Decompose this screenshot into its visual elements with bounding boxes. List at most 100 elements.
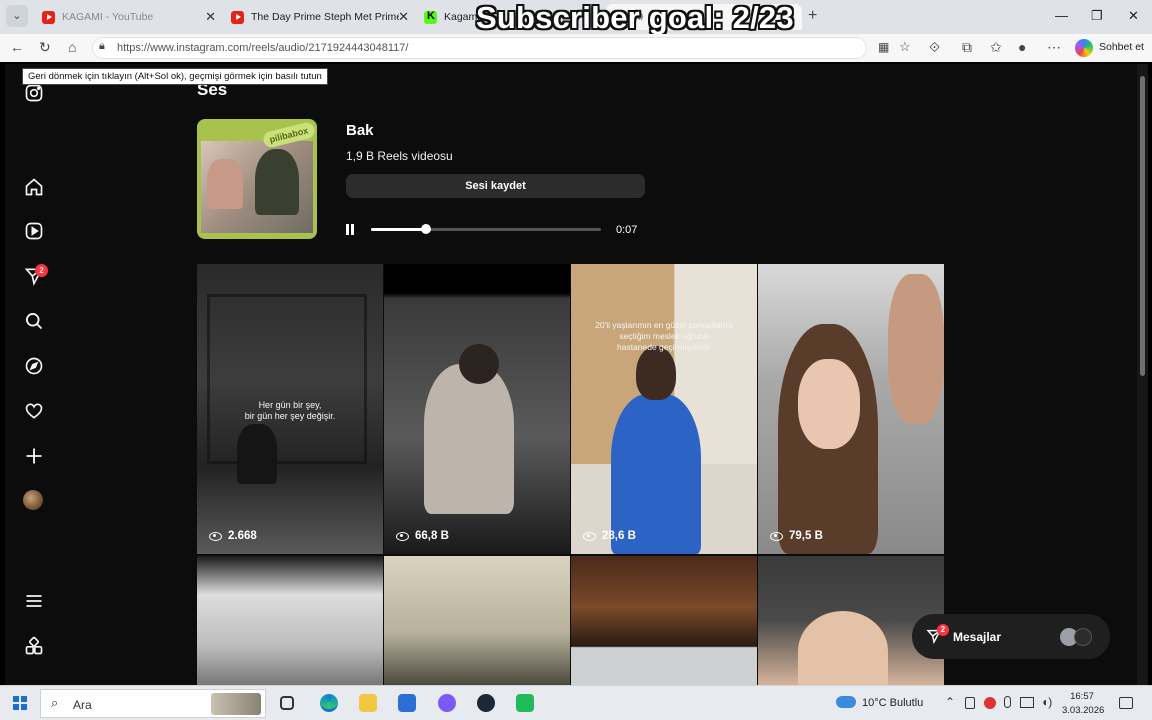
tab-title: KAGAMI - YouTube (62, 11, 154, 23)
subscriber-goal-overlay: Subscriber goal: 2/23 (476, 0, 794, 35)
search-icon[interactable] (24, 311, 44, 331)
back-button-tooltip: Geri dönmek için tıklayın (Alt+Sol ok), … (22, 68, 328, 85)
copilot-icon[interactable] (1075, 39, 1093, 57)
page-scrollbar[interactable] (1137, 64, 1148, 685)
tab-prime-steph[interactable]: The Day Prime Steph Met Prime Le ✕ (225, 4, 415, 30)
new-tab-icon[interactable]: + (808, 8, 817, 24)
tab-kagami-youtube[interactable]: KAGAMI - YouTube ✕ (36, 4, 222, 30)
heart-icon[interactable] (24, 401, 44, 421)
close-tab-icon[interactable]: ✕ (398, 9, 409, 25)
notification-badge: 2 (35, 264, 48, 277)
browser-toolbar: ← ↻ ⌂ 🔒︎ https://www.instagram.com/reels… (0, 34, 1152, 62)
reel-views: 2.668 (209, 530, 257, 542)
network-icon[interactable] (1020, 697, 1034, 708)
reel-overlay-text: Her gün bir şey, bir gün her şey değişir… (244, 400, 336, 421)
more-menu-icon[interactable]: ⋯ (1047, 40, 1061, 54)
close-window-icon[interactable]: ✕ (1128, 8, 1139, 24)
explore-icon[interactable] (24, 356, 44, 376)
reel-thumbnail[interactable] (197, 556, 383, 685)
profile-icon[interactable]: ● (1018, 40, 1026, 54)
reel-thumbnail[interactable]: 79,5 B (758, 264, 944, 554)
favorites-icon[interactable]: ✩ (990, 40, 1002, 54)
clock-date: 3.03.2026 (1062, 705, 1105, 716)
reel-views: 79,5 B (770, 530, 823, 542)
instagram-logo-icon[interactable] (24, 83, 44, 103)
task-view-icon[interactable] (280, 696, 294, 710)
taskbar-clock[interactable]: 16:57 3.03.2026 (1062, 690, 1105, 718)
file-explorer-icon[interactable] (359, 694, 377, 712)
reel-view-count: 66,8 B (415, 530, 449, 542)
scrollbar-thumb[interactable] (1140, 76, 1145, 376)
volume-icon[interactable]: ◖) (1041, 695, 1052, 709)
messages-button[interactable]: 2 Mesajlar (912, 614, 1110, 659)
weather-text[interactable]: 10°C Bulutlu (862, 697, 923, 709)
steam-icon[interactable] (477, 694, 495, 712)
reel-overlay-text: 20'li yaşlarımın en güzel zamanlarını se… (595, 320, 733, 352)
search-highlight-image (211, 693, 261, 715)
reel-count: 1,9 B Reels videosu (346, 149, 453, 163)
reel-thumbnail[interactable] (384, 556, 570, 685)
eye-icon (396, 531, 409, 541)
eye-icon (770, 531, 783, 541)
reel-view-count: 79,5 B (789, 530, 823, 542)
audio-progress-fill (371, 228, 427, 231)
refresh-icon[interactable]: ↻ (39, 40, 51, 54)
tray-icon[interactable] (965, 697, 975, 709)
profile-avatar[interactable] (23, 490, 43, 510)
kick-app-icon[interactable] (516, 694, 534, 712)
reel-thumbnail[interactable]: 66,8 B (384, 264, 570, 554)
microphone-icon[interactable] (1004, 696, 1011, 708)
home-icon[interactable] (24, 177, 44, 197)
extensions-icon[interactable]: ⟐ (929, 40, 940, 54)
audio-time: 0:07 (616, 224, 638, 236)
back-arrow-icon[interactable]: ← (10, 40, 24, 54)
copilot-button-label[interactable]: Sohbet et (1099, 41, 1144, 53)
taskbar-search-box[interactable]: ⌕ Ara (40, 689, 266, 718)
favorite-star-icon[interactable]: ☆ (899, 40, 911, 53)
menu-icon[interactable] (24, 591, 44, 611)
audio-progress-bar[interactable] (371, 224, 601, 234)
windows-start-icon[interactable] (13, 696, 27, 710)
audio-name: Bak (346, 122, 374, 139)
reel-thumbnail[interactable]: Her gün bir şey, bir gün her şey değişir… (197, 264, 383, 554)
reel-thumbnail[interactable]: 20'li yaşlarımın en güzel zamanlarını se… (571, 264, 757, 554)
messages-badge: 2 (937, 624, 949, 636)
store-icon[interactable] (398, 694, 416, 712)
reel-views: 28,6 B (583, 530, 636, 542)
avatar (1074, 628, 1092, 646)
reels-icon[interactable] (24, 221, 44, 241)
tray-icon[interactable] (984, 697, 996, 709)
address-bar[interactable]: 🔒︎ https://www.instagram.com/reels/audio… (92, 37, 911, 59)
split-screen-icon[interactable]: ⧉ (962, 40, 972, 54)
also-from-meta-icon[interactable] (24, 636, 44, 656)
reel-view-count: 2.668 (228, 530, 257, 542)
notification-center-icon[interactable] (1119, 697, 1133, 709)
messages-label: Mesajlar (953, 630, 1002, 644)
tray-chevron-icon[interactable]: ⌃ (945, 695, 955, 709)
windows-taskbar: ⌕ Ara 10°C Bulutlu ⌃ ◖) 16:57 3.03.2026 (0, 685, 1152, 720)
url-text: https://www.instagram.com/reels/audio/21… (117, 42, 409, 54)
reel-thumbnail[interactable] (571, 556, 757, 685)
eye-icon (209, 531, 222, 541)
tab-actions-chevron-icon[interactable]: ⌄ (6, 5, 28, 27)
reel-views: 66,8 B (396, 530, 449, 542)
minimize-icon[interactable]: — (1055, 8, 1068, 23)
home-browser-icon[interactable]: ⌂ (68, 40, 76, 54)
reel-view-count: 28,6 B (602, 530, 636, 542)
pause-icon[interactable] (346, 224, 355, 235)
weather-icon[interactable] (836, 696, 856, 708)
reel-thumbnail[interactable] (758, 556, 944, 685)
tab-strip: ⌄ KAGAMI - YouTube ✕ The Day Prime Steph… (0, 0, 1152, 35)
lock-icon[interactable]: 🔒︎ (99, 41, 105, 52)
discord-icon[interactable] (438, 694, 456, 712)
taskbar-search-label: Ara (73, 698, 92, 712)
edge-icon[interactable] (320, 694, 338, 712)
create-icon[interactable] (24, 446, 44, 466)
search-icon: ⌕ (51, 695, 59, 710)
youtube-icon (231, 10, 244, 24)
close-tab-icon[interactable]: ✕ (205, 9, 216, 25)
save-audio-button[interactable]: Sesi kaydet (346, 174, 645, 198)
restore-icon[interactable]: ❐ (1091, 8, 1103, 24)
eye-icon (583, 531, 596, 541)
read-mode-icon[interactable]: ▦ (878, 41, 889, 53)
